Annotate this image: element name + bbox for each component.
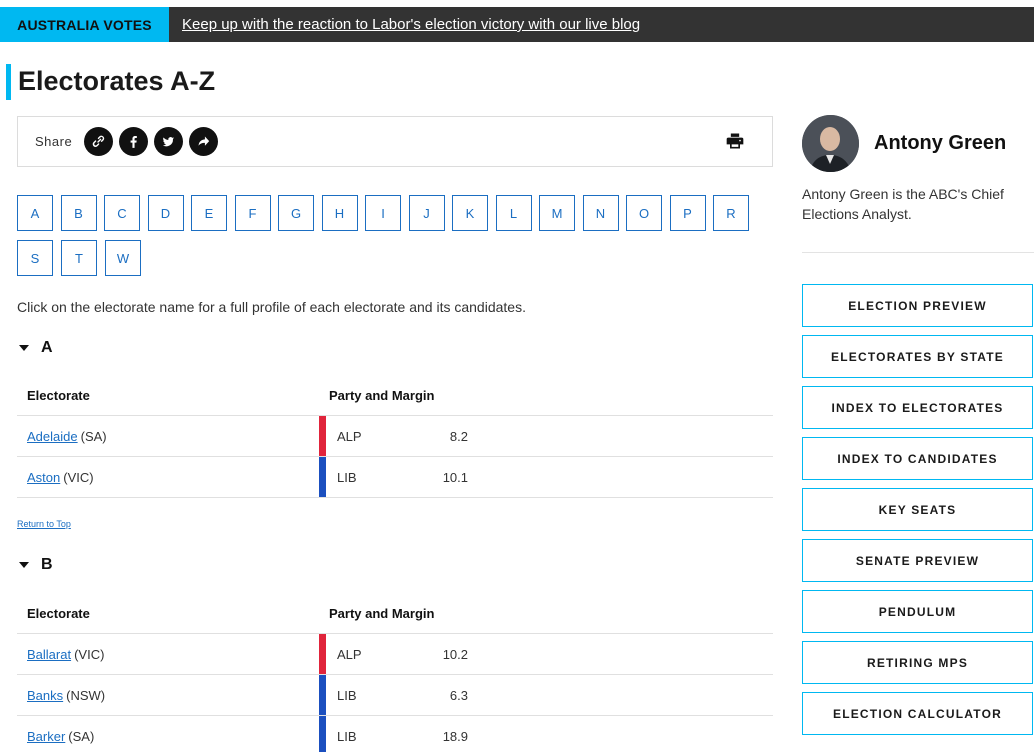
table-header-row: Electorate Party and Margin [17, 594, 773, 634]
party-cell: ALP [337, 646, 362, 662]
electorate-table-b: Electorate Party and Margin Ballarat (VIC… [17, 594, 773, 752]
side-nav-button-retiring-mps[interactable]: RETIRING MPS [802, 641, 1033, 684]
letter-button-g[interactable]: G [278, 195, 314, 231]
letter-button-f[interactable]: F [234, 195, 271, 231]
letter-button-c[interactable]: C [104, 195, 140, 231]
electorate-cell: Adelaide (SA) [17, 416, 319, 456]
title-accent-bar [6, 64, 11, 100]
letter-button-b[interactable]: B [60, 195, 97, 231]
electorate-cell: Ballarat (VIC) [17, 634, 319, 674]
electorate-state: (SA) [80, 428, 107, 444]
letter-button-p[interactable]: P [669, 195, 706, 231]
author-avatar [802, 115, 859, 172]
letter-button-w[interactable]: W [105, 240, 141, 276]
party-cell: LIB [337, 687, 357, 703]
party-cell: LIB [337, 728, 357, 744]
banner-tag[interactable]: AUSTRALIA VOTES [0, 7, 169, 42]
margin-cell: 10.1 [442, 469, 468, 485]
section-letter: B [41, 556, 53, 573]
table-row: Ballarat (VIC) ALP 10.2 [17, 634, 773, 675]
side-nav-button-key-seats[interactable]: KEY SEATS [802, 488, 1033, 531]
intro-text: Click on the electorate name for a full … [17, 299, 526, 315]
side-nav-button-index-to-electorates[interactable]: INDEX TO ELECTORATES [802, 386, 1033, 429]
electorate-state: (VIC) [74, 646, 105, 662]
electorate-cell: Banks (NSW) [17, 675, 319, 715]
letter-button-i[interactable]: I [365, 195, 401, 231]
caret-down-icon [19, 345, 29, 351]
column-header-electorate: Electorate [27, 606, 90, 621]
letter-button-k[interactable]: K [452, 195, 488, 231]
margin-cell: 10.2 [442, 646, 468, 662]
side-nav-button-pendulum[interactable]: PENDULUM [802, 590, 1033, 633]
electorate-state: (SA) [68, 728, 95, 744]
return-to-top-link[interactable]: Return to Top [17, 519, 71, 529]
side-nav-button-election-preview[interactable]: ELECTION PREVIEW [802, 284, 1033, 327]
section-heading-a[interactable]: A [17, 339, 53, 357]
letter-button-e[interactable]: E [191, 195, 227, 231]
electorate-table-a: Electorate Party and Margin Adelaide (SA)… [17, 376, 773, 498]
electorate-link[interactable]: Banks [27, 688, 63, 703]
letter-button-m[interactable]: M [539, 195, 575, 231]
party-cell: LIB [337, 469, 357, 485]
side-nav-button-electorates-by-state[interactable]: ELECTORATES BY STATE [802, 335, 1033, 378]
electorate-cell: Aston (VIC) [17, 457, 319, 497]
section-heading-b[interactable]: B [17, 556, 53, 574]
letter-button-s[interactable]: S [17, 240, 53, 276]
page-title: Electorates A-Z [18, 66, 216, 96]
letter-button-d[interactable]: D [147, 195, 184, 231]
table-row: Barker (SA) LIB 18.9 [17, 716, 773, 752]
letter-button-l[interactable]: L [495, 195, 532, 231]
electorate-state: (VIC) [63, 469, 94, 485]
margin-cell: 6.3 [449, 687, 468, 703]
column-header-electorate: Electorate [27, 388, 90, 403]
share-bar: Share [17, 116, 773, 167]
table-header-row: Electorate Party and Margin [17, 376, 773, 416]
table-row: Adelaide (SA) ALP 8.2 [17, 416, 773, 457]
section-letter: A [41, 339, 53, 356]
margin-cell: 8.2 [449, 428, 468, 444]
letter-button-a[interactable]: A [17, 195, 53, 231]
electorate-link[interactable]: Barker [27, 729, 65, 744]
author-bio: Antony Green is the ABC's Chief Election… [802, 186, 1004, 222]
party-color-strip [319, 634, 326, 674]
share-label: Share [35, 134, 73, 149]
electorate-link[interactable]: Aston [27, 470, 60, 485]
letter-button-h[interactable]: H [321, 195, 358, 231]
letter-button-o[interactable]: O [626, 195, 662, 231]
share-arrow-icon[interactable] [189, 127, 219, 156]
electorate-link[interactable]: Adelaide [27, 429, 78, 444]
print-icon[interactable] [725, 131, 745, 151]
letter-button-t[interactable]: T [61, 240, 97, 276]
party-cell: ALP [337, 428, 362, 444]
letter-button-j[interactable]: J [408, 195, 445, 231]
side-nav-button-election-calculator[interactable]: ELECTION CALCULATOR [802, 692, 1033, 735]
facebook-icon[interactable] [119, 127, 149, 156]
electorate-state: (NSW) [66, 687, 106, 703]
party-color-strip [319, 416, 326, 456]
top-banner: AUSTRALIA VOTES Keep up with the reactio… [0, 7, 1034, 42]
twitter-icon[interactable] [154, 127, 184, 156]
party-color-strip [319, 457, 326, 497]
column-header-party: Party and Margin [329, 606, 435, 621]
side-nav-button-senate-preview[interactable]: SENATE PREVIEW [802, 539, 1033, 582]
party-color-strip [319, 716, 326, 752]
link-icon[interactable] [84, 127, 114, 156]
side-nav-button-index-to-candidates[interactable]: INDEX TO CANDIDATES [802, 437, 1033, 480]
margin-cell: 18.9 [442, 728, 468, 744]
letter-button-r[interactable]: R [713, 195, 749, 231]
banner-live-blog-link[interactable]: Keep up with the reaction to Labor's ele… [182, 16, 640, 33]
electorate-cell: Barker (SA) [17, 716, 319, 752]
table-row: Aston (VIC) LIB 10.1 [17, 457, 773, 498]
party-color-strip [319, 675, 326, 715]
caret-down-icon [19, 562, 29, 568]
divider [802, 252, 1034, 253]
table-row: Banks (NSW) LIB 6.3 [17, 675, 773, 716]
author-name[interactable]: Antony Green [874, 132, 1006, 155]
electorate-link[interactable]: Ballarat [27, 647, 71, 662]
column-header-party: Party and Margin [329, 388, 435, 403]
letter-button-n[interactable]: N [582, 195, 619, 231]
